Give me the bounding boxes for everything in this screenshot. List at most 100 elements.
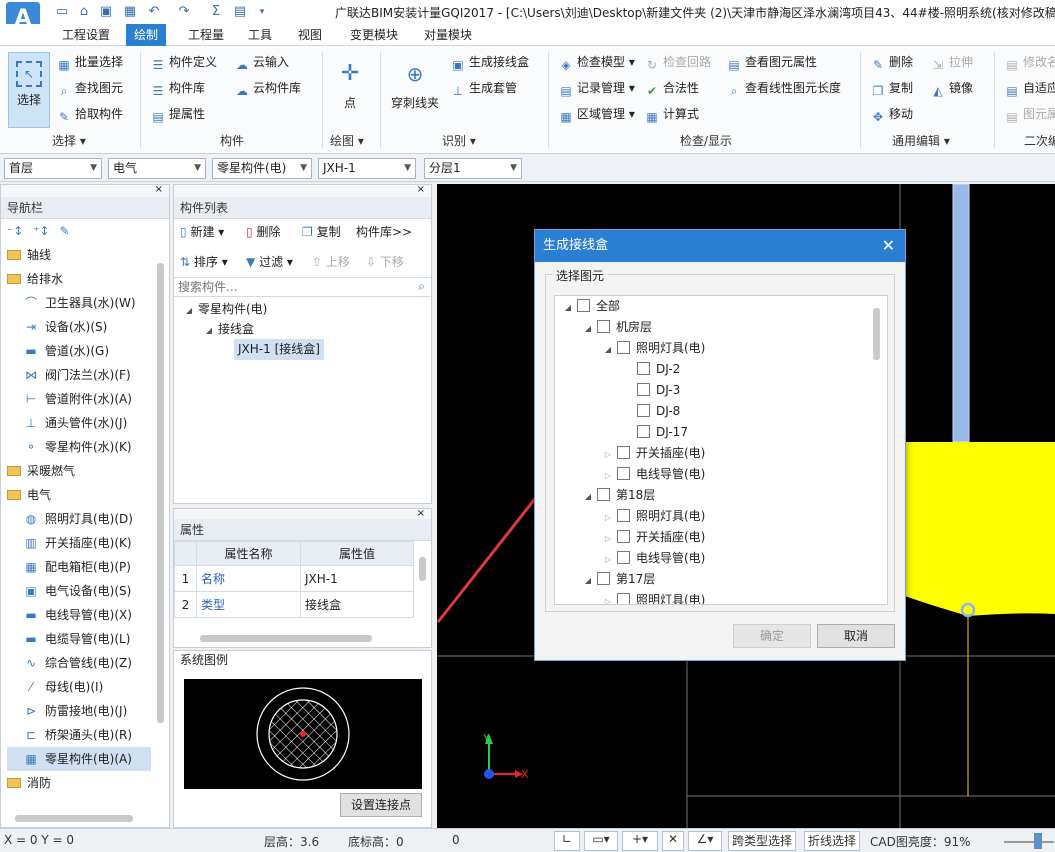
tree-node[interactable]: ◢ 机房层	[555, 317, 887, 338]
tree-node[interactable]: ◢ 第17层	[555, 569, 887, 590]
checkbox[interactable]	[617, 530, 630, 543]
brightness-slider-handle[interactable]	[1034, 833, 1042, 849]
mirror-button[interactable]: ◭ 镜像	[930, 78, 973, 98]
nav-item[interactable]: ⊥ 通头管件(水)(J)	[7, 411, 169, 435]
snap-icon[interactable]: ▭▾	[584, 831, 618, 851]
delete-button[interactable]: ✎ 删除	[870, 52, 913, 72]
tree-node-root[interactable]: ◢ 零星构件(电)	[184, 299, 267, 320]
expand-arrow-icon[interactable]: ▷	[603, 528, 613, 549]
cloud-library-button[interactable]: ☁ 云构件库	[234, 78, 301, 98]
group-edit-label[interactable]: 通用编辑 ▾	[892, 132, 950, 150]
angle-icon[interactable]: ∠▾	[688, 831, 722, 851]
extract-props-button[interactable]: ▤ 提属性	[150, 104, 205, 124]
pierce-clamp-button[interactable]: ⊕ 穿刺线夹	[388, 54, 442, 128]
tab-view[interactable]: 视图	[290, 24, 330, 46]
component-library-button[interactable]: ☰ 构件库	[150, 78, 205, 98]
legality-button[interactable]: ✔ 合法性	[644, 78, 699, 98]
search-icon[interactable]: ⌕	[418, 279, 425, 294]
expand-arrow-icon[interactable]: ◢	[563, 297, 573, 318]
expand-icon[interactable]: ⁺↕	[33, 224, 49, 238]
copy-component-button[interactable]: ❐ 复制	[302, 221, 341, 243]
checkbox[interactable]	[617, 551, 630, 564]
rename-button[interactable]: ▤ 修改名	[1004, 52, 1055, 72]
ortho-icon[interactable]: ∟	[554, 831, 580, 851]
area-manage-button[interactable]: ▦ 区域管理 ▾	[558, 104, 635, 124]
discipline-select[interactable]: 电气 ▼	[108, 158, 206, 179]
tab-tools[interactable]: 工具	[240, 24, 280, 46]
redo-icon[interactable]: ↷	[176, 4, 192, 20]
tab-change-module[interactable]: 变更模块	[342, 24, 406, 46]
find-element-button[interactable]: ⌕ 查找图元	[56, 78, 123, 98]
checkbox[interactable]	[577, 299, 590, 312]
nav-item[interactable]: ▦ 零星构件(电)(A)	[7, 747, 151, 771]
generate-junction-box-button[interactable]: ▣ 生成接线盒	[450, 52, 529, 72]
formula-button[interactable]: ▦ 计算式	[644, 104, 699, 124]
delete-component-button[interactable]: ▯ 删除	[246, 221, 280, 243]
floor-select[interactable]: 首层 ▼	[4, 158, 102, 179]
tab-compare-module[interactable]: 对量模块	[416, 24, 480, 46]
batch-select-button[interactable]: ▦ 批量选择	[56, 52, 123, 72]
brightness-slider[interactable]	[1004, 841, 1054, 843]
nav-folder[interactable]: 给排水	[7, 267, 169, 291]
group-select-label[interactable]: 选择 ▾	[52, 132, 86, 150]
props-scrollbar[interactable]	[419, 557, 426, 581]
move-down-button[interactable]: ⇩ 下移	[366, 251, 404, 273]
tab-draw[interactable]: 绘制	[126, 24, 167, 46]
expand-arrow-icon[interactable]: ◢	[583, 318, 593, 339]
tree-node[interactable]: ▷ 开关插座(电)	[555, 527, 887, 548]
expand-arrow-icon[interactable]: ◢	[583, 486, 593, 507]
tree-node[interactable]: ▷ 电线导管(电)	[555, 548, 887, 569]
tab-quantity[interactable]: 工程量	[180, 24, 232, 46]
tab-project-settings[interactable]: 工程设置	[54, 24, 118, 46]
component-library-link[interactable]: 构件库>>	[356, 221, 412, 243]
new-component-button[interactable]: ▯ 新建 ▾	[180, 221, 224, 243]
checkbox[interactable]	[617, 341, 630, 354]
checkbox[interactable]	[637, 404, 650, 417]
open-folder-icon[interactable]: ⌂	[76, 4, 92, 20]
nav-item[interactable]: ⚬ 零星构件(水)(K)	[7, 435, 169, 459]
stretch-button[interactable]: ⇲ 拉伸	[930, 52, 973, 72]
report-icon[interactable]: ▦	[122, 4, 138, 20]
checkbox[interactable]	[617, 467, 630, 480]
cross-type-select-button[interactable]: 跨类型选择	[728, 831, 797, 851]
checkbox[interactable]	[637, 425, 650, 438]
tree-node[interactable]: DJ-8	[555, 401, 887, 422]
nav-folder[interactable]: 轴线	[7, 243, 169, 267]
expand-arrow-icon[interactable]: ◢	[583, 570, 593, 591]
point-snap-icon[interactable]: +▾	[622, 831, 658, 851]
nav-item[interactable]: ▬ 电缆导管(电)(L)	[7, 627, 169, 651]
edit-icon[interactable]: ✎	[59, 224, 69, 238]
tree-node-junction-box[interactable]: ◢ 接线盒	[204, 319, 254, 340]
nav-item[interactable]: ⊏ 桥架通头(电)(R)	[7, 723, 169, 747]
table-row[interactable]: 1 名称 JXH-1	[174, 565, 414, 592]
select-button[interactable]: ↖ 选择	[8, 52, 50, 128]
nav-item[interactable]: ⁄ 母线(电)(I)	[7, 675, 169, 699]
search-input[interactable]	[174, 278, 404, 296]
sort-button[interactable]: ⇅ 排序 ▾	[180, 251, 228, 273]
tree-node[interactable]: DJ-2	[555, 359, 887, 380]
nav-item[interactable]: ▬ 管道(水)(G)	[7, 339, 169, 363]
component-search[interactable]: ⌕	[174, 277, 431, 297]
nav-folder[interactable]: 采暖燃气	[7, 459, 169, 483]
move-up-button[interactable]: ⇧ 上移	[312, 251, 350, 273]
tree-node[interactable]: ▷ 照明灯具(电)	[555, 590, 887, 604]
tree-node[interactable]: ▷ 开关插座(电)	[555, 443, 887, 464]
checkbox[interactable]	[637, 383, 650, 396]
component-select[interactable]: JXH-1 ▼	[318, 158, 416, 179]
adaptive-button[interactable]: ▤ 自适应	[1004, 78, 1055, 98]
tree-node[interactable]: ◢ 第18层	[555, 485, 887, 506]
new-file-icon[interactable]: ▭	[54, 4, 70, 20]
dropdown-icon[interactable]: ▾	[254, 4, 270, 20]
tree-node[interactable]: ▷ 照明灯具(电)	[555, 506, 887, 527]
tree-node[interactable]: ▷ 电线导管(电)	[555, 464, 887, 485]
nav-item[interactable]: ⌒ 卫生器具(水)(W)	[7, 291, 169, 315]
nav-item[interactable]: ∿ 综合管线(电)(Z)	[7, 651, 169, 675]
close-icon[interactable]: ×	[1, 185, 169, 197]
close-icon[interactable]: ✕	[882, 230, 895, 262]
table-row[interactable]: 2 类型 接线盒	[174, 591, 414, 618]
nav-item[interactable]: ⊳ 防雷接地(电)(J)	[7, 699, 169, 723]
move-button[interactable]: ✥ 移动	[870, 104, 913, 124]
checkbox[interactable]	[617, 446, 630, 459]
collapse-icon[interactable]: ⁻↕	[7, 224, 23, 238]
checkbox[interactable]	[597, 320, 610, 333]
